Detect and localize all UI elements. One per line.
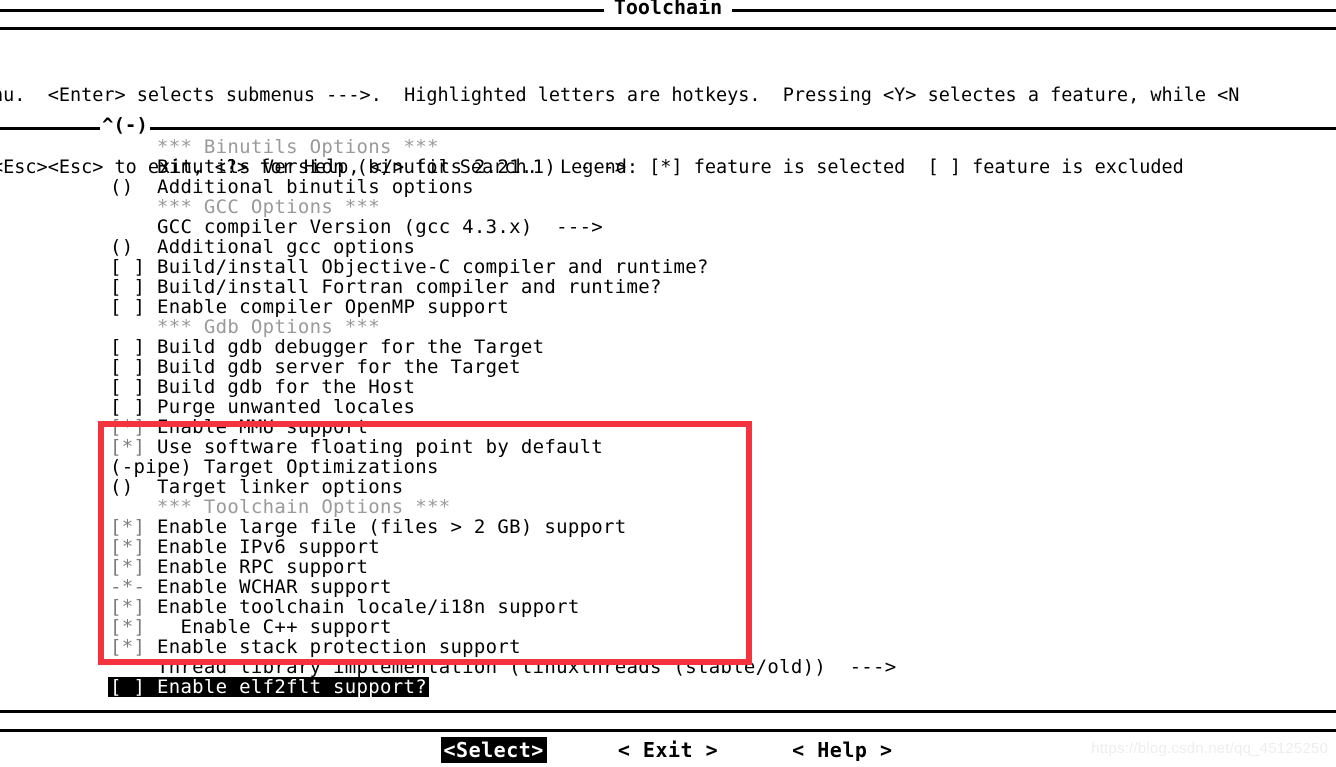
menu-item-mark: [*]: [110, 416, 157, 438]
menu-item-label: Enable IPv6 support: [156, 536, 381, 558]
menuconfig-screen: Toolchain nu. <Enter> selects submenus -…: [0, 0, 1336, 767]
button-help[interactable]: < Help >: [789, 737, 895, 763]
menu-item-label: GCC compiler Version (gcc 4.3.x) --->: [156, 216, 604, 238]
menu-item[interactable]: [ ] Build/install Objective-C compiler a…: [110, 257, 1310, 277]
dialog-footer-top-border: [0, 710, 1336, 713]
menu-item[interactable]: *** GCC Options ***: [110, 197, 1310, 217]
menu-item[interactable]: [ ] Build gdb debugger for the Target: [110, 337, 1310, 357]
menu-item-label: Enable C++ support: [156, 616, 392, 638]
menu-item[interactable]: [*] Enable toolchain locale/i18n support: [110, 597, 1310, 617]
menu-item-mark: [ ]: [110, 376, 157, 398]
menu-item-mark: [*]: [110, 616, 157, 638]
menu-item[interactable]: Binutils Version (binutils 2.21.1) --->: [110, 157, 1310, 177]
menu-item-mark: [110, 656, 157, 678]
menu-item-label: Build gdb debugger for the Target: [156, 336, 545, 358]
menu-item-mark: -*-: [110, 576, 157, 598]
menu-item[interactable]: [*] Use software floating point by defau…: [110, 437, 1310, 457]
menu-item-label: Build/install Objective-C compiler and r…: [156, 256, 709, 278]
scroll-up-arrow-icon[interactable]: ^(-): [100, 115, 150, 135]
menu-item-mark: [110, 496, 157, 518]
page-title: Toolchain: [603, 0, 733, 18]
dialog-header-separator: [0, 27, 1336, 30]
menu-item[interactable]: [ ] Build gdb server for the Target: [110, 357, 1310, 377]
menu-item-label: Build gdb server for the Target: [156, 356, 521, 378]
menu-item-label: *** GCC Options ***: [156, 196, 381, 218]
menu-item-mark: [110, 216, 157, 238]
menu-item-mark: [*]: [110, 536, 157, 558]
menu-item-label: Thread library implementation (linuxthre…: [156, 656, 897, 678]
menu-item-mark: [ ]: [110, 336, 157, 358]
menu-item[interactable]: () Additional gcc options: [110, 237, 1310, 257]
menu-item-label: *** Toolchain Options ***: [156, 496, 451, 518]
menu-item-label: Binutils Version (binutils 2.21.1) --->: [156, 156, 627, 178]
menu-item[interactable]: *** Gdb Options ***: [110, 317, 1310, 337]
menu-item[interactable]: -*- Enable WCHAR support: [110, 577, 1310, 597]
menu-item-label: Target Optimizations: [203, 456, 439, 478]
menu-item-mark: [*]: [110, 596, 157, 618]
menu-item-label: Enable elf2flt support?: [156, 676, 427, 698]
menu-item-mark: (-pipe): [110, 456, 204, 478]
menu-item[interactable]: [ ] Enable compiler OpenMP support: [110, 297, 1310, 317]
scroll-up-indicator-container[interactable]: ^(-): [100, 115, 150, 135]
button-select[interactable]: <Select>: [440, 737, 547, 763]
menu-item[interactable]: Thread library implementation (linuxthre…: [110, 657, 1310, 677]
menu-item[interactable]: GCC compiler Version (gcc 4.3.x) --->: [110, 217, 1310, 237]
dialog-bottom-border: [0, 729, 1336, 732]
menu-item[interactable]: [*] Enable MMU support: [110, 417, 1310, 437]
menu-item[interactable]: *** Toolchain Options ***: [110, 497, 1310, 517]
menu-item-mark: [ ]: [110, 676, 157, 698]
menu-item-label: Use software floating point by default: [156, 436, 604, 458]
menu-item-label: *** Binutils Options ***: [156, 136, 439, 158]
menu-item-mark: [110, 136, 157, 158]
menu-item[interactable]: [*] Enable IPv6 support: [110, 537, 1310, 557]
menu-item[interactable]: [ ] Build/install Fortran compiler and r…: [110, 277, 1310, 297]
menu-item-list[interactable]: *** Binutils Options *** Binutils Versio…: [108, 137, 1310, 697]
menu-item[interactable]: () Target linker options: [110, 477, 1310, 497]
button-exit[interactable]: < Exit >: [615, 737, 721, 763]
menu-item-label: Purge unwanted locales: [156, 396, 416, 418]
menu-item[interactable]: [*] Enable RPC support: [110, 557, 1310, 577]
menu-item[interactable]: [ ] Build gdb for the Host: [110, 377, 1310, 397]
menu-item-mark: [ ]: [110, 256, 157, 278]
menu-item[interactable]: [*] Enable large file (files > 2 GB) sup…: [110, 517, 1310, 537]
menu-item-mark: [ ]: [110, 296, 157, 318]
help-line-1: nu. <Enter> selects submenus --->. Highl…: [0, 85, 1240, 106]
menu-item-mark: (): [110, 176, 157, 198]
menu-item-label: Enable MMU support: [156, 416, 369, 438]
menu-item-label: Build/install Fortran compiler and runti…: [156, 276, 662, 298]
menu-item-mark: [*]: [110, 436, 157, 458]
menu-item-label: Additional binutils options: [156, 176, 474, 198]
dialog-title-container: Toolchain: [0, 0, 1336, 18]
menu-item-label: *** Gdb Options ***: [156, 316, 381, 338]
menu-item-label: Enable RPC support: [156, 556, 369, 578]
menu-item-label: Enable stack protection support: [156, 636, 521, 658]
menu-item-label: Enable compiler OpenMP support: [156, 296, 510, 318]
menu-item[interactable]: [*] Enable stack protection support: [110, 637, 1310, 657]
menu-item-mark: [ ]: [110, 396, 157, 418]
menu-item-label: Build gdb for the Host: [156, 376, 416, 398]
menu-item[interactable]: (-pipe) Target Optimizations: [110, 457, 1310, 477]
menu-box-top-border: [0, 127, 1336, 130]
menu-item-mark: [*]: [110, 556, 157, 578]
menu-item[interactable]: () Additional binutils options: [110, 177, 1310, 197]
menu-item-mark: (): [110, 476, 157, 498]
menu-item-mark: [ ]: [110, 276, 157, 298]
menu-item-mark: [110, 196, 157, 218]
menu-item-label: Enable toolchain locale/i18n support: [156, 596, 580, 618]
menu-item-mark: [110, 316, 157, 338]
menu-item-mark: [*]: [110, 516, 157, 538]
menu-item[interactable]: [ ] Purge unwanted locales: [110, 397, 1310, 417]
menu-item-mark: (): [110, 236, 157, 258]
menu-item[interactable]: [ ] Enable elf2flt support?: [108, 677, 429, 697]
menu-item[interactable]: [*] Enable C++ support: [110, 617, 1310, 637]
menu-item-label: Enable WCHAR support: [156, 576, 392, 598]
menu-item[interactable]: *** Binutils Options ***: [110, 137, 1310, 157]
menu-item-mark: [110, 156, 157, 178]
menu-item-mark: [ ]: [110, 356, 157, 378]
menu-item-label: Target linker options: [156, 476, 404, 498]
menu-item-label: Enable large file (files > 2 GB) support: [156, 516, 627, 538]
menu-item-label: Additional gcc options: [156, 236, 416, 258]
watermark: https://blog.csdn.net/qq_45125250: [1091, 740, 1328, 757]
menu-item-mark: [*]: [110, 636, 157, 658]
